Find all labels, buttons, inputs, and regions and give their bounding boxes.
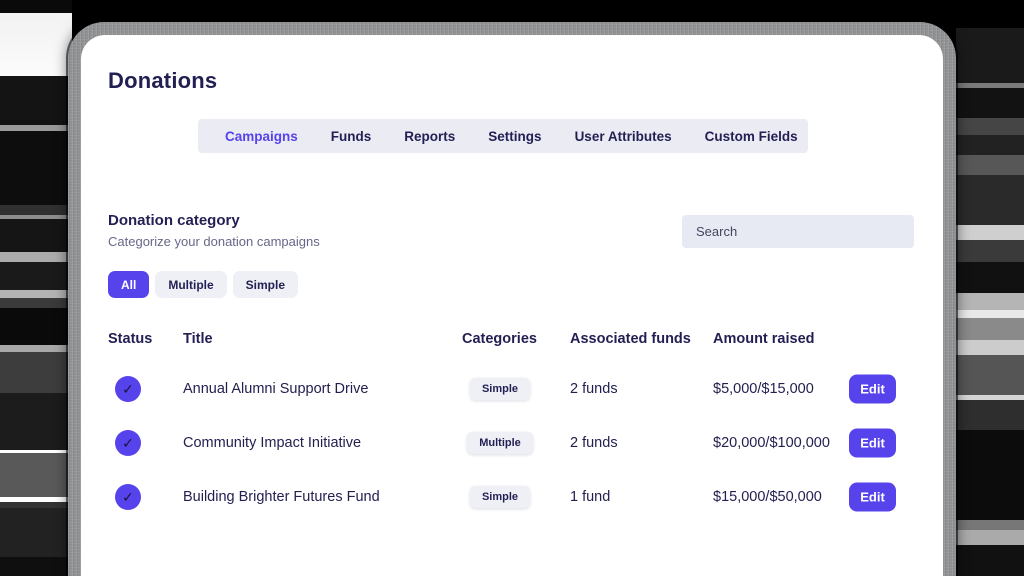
filter-multiple-button[interactable]: Multiple — [155, 271, 226, 298]
search-input[interactable] — [682, 215, 914, 248]
tab-settings[interactable]: Settings — [488, 129, 541, 144]
edit-button[interactable]: Edit — [849, 375, 896, 404]
tab-custom-fields[interactable]: Custom Fields — [705, 129, 798, 144]
column-header-categories: Categories — [462, 331, 537, 347]
check-circle-icon[interactable]: ✓ — [115, 376, 141, 402]
table-row: ✓ Community Impact Initiative Multiple 2… — [81, 421, 943, 465]
section-subtitle: Categorize your donation campaigns — [108, 234, 320, 249]
table-row: ✓ Building Brighter Futures Fund Simple … — [81, 475, 943, 519]
amount-raised-value: $15,000/$50,000 — [713, 489, 822, 505]
category-badge-wrap: Simple — [462, 378, 538, 400]
amount-raised-value: $5,000/$15,000 — [713, 381, 814, 397]
category-badge-wrap: Multiple — [462, 432, 538, 454]
donations-panel: Donations Campaigns Funds Reports Settin… — [81, 35, 943, 576]
tab-campaigns[interactable]: Campaigns — [225, 129, 298, 144]
category-badge: Multiple — [467, 432, 533, 454]
tab-user-attributes[interactable]: User Attributes — [575, 129, 672, 144]
section-title: Donation category — [108, 212, 240, 229]
column-header-status: Status — [108, 331, 152, 347]
campaign-title: Community Impact Initiative — [183, 435, 361, 451]
window-frame: Donations Campaigns Funds Reports Settin… — [68, 22, 956, 576]
associated-funds-value: 1 fund — [570, 489, 610, 505]
campaign-title: Annual Alumni Support Drive — [183, 381, 368, 397]
background-stripes-left — [0, 0, 72, 576]
page-title: Donations — [108, 68, 217, 94]
category-badge: Simple — [470, 486, 530, 508]
background-stripes-right — [956, 0, 1024, 576]
column-header-associated-funds: Associated funds — [570, 331, 691, 347]
check-circle-icon[interactable]: ✓ — [115, 430, 141, 456]
tab-reports[interactable]: Reports — [404, 129, 455, 144]
associated-funds-value: 2 funds — [570, 435, 618, 451]
table-row: ✓ Annual Alumni Support Drive Simple 2 f… — [81, 367, 943, 411]
check-circle-icon[interactable]: ✓ — [115, 484, 141, 510]
amount-raised-value: $20,000/$100,000 — [713, 435, 830, 451]
category-badge: Simple — [470, 378, 530, 400]
edit-button[interactable]: Edit — [849, 429, 896, 458]
column-header-amount-raised: Amount raised — [713, 331, 815, 347]
tab-bar: Campaigns Funds Reports Settings User At… — [198, 119, 808, 153]
campaign-title: Building Brighter Futures Fund — [183, 489, 380, 505]
table-header-row: Status Title Categories Associated funds… — [81, 331, 943, 351]
associated-funds-value: 2 funds — [570, 381, 618, 397]
tab-funds[interactable]: Funds — [331, 129, 372, 144]
edit-button[interactable]: Edit — [849, 483, 896, 512]
category-badge-wrap: Simple — [462, 486, 538, 508]
category-filter-group: All Multiple Simple — [108, 271, 298, 298]
filter-simple-button[interactable]: Simple — [233, 271, 298, 298]
column-header-title: Title — [183, 331, 213, 347]
filter-all-button[interactable]: All — [108, 271, 149, 298]
